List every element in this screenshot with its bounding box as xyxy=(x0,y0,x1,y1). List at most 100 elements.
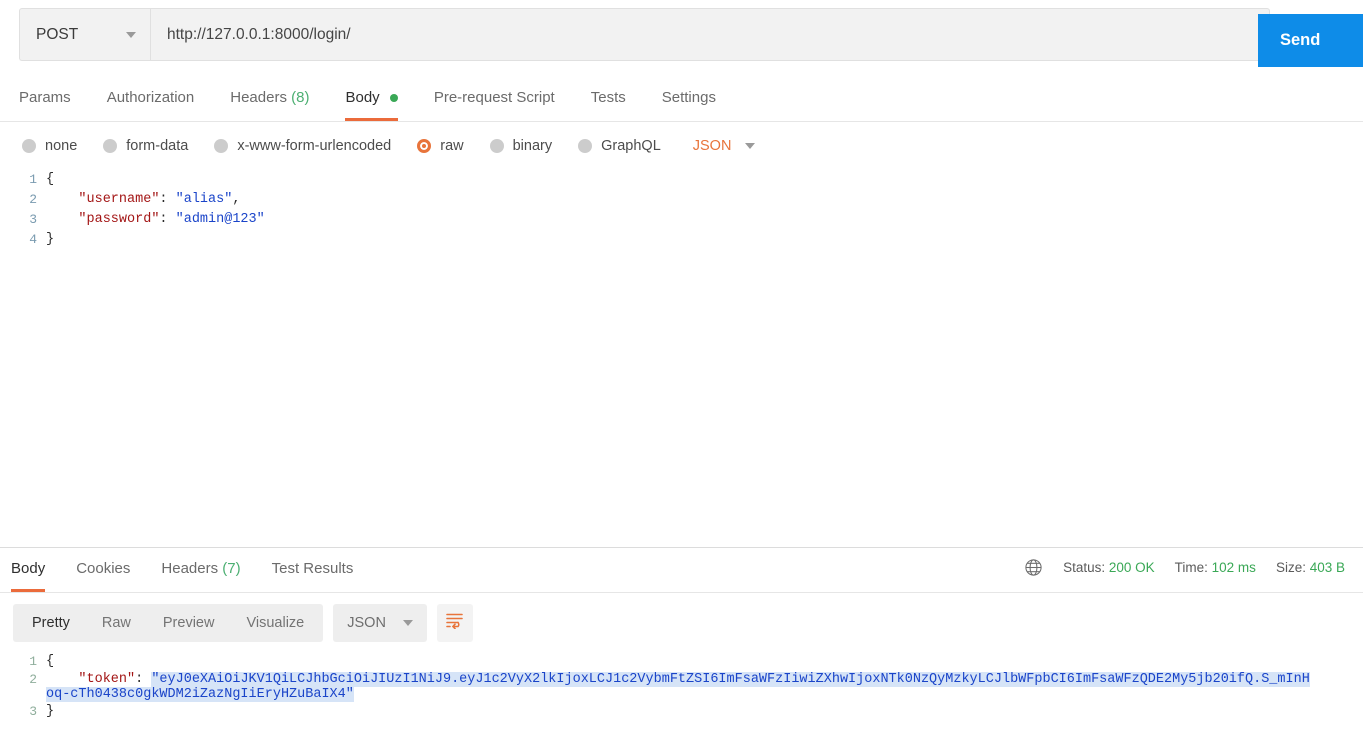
body-type-none[interactable]: none xyxy=(22,138,77,154)
request-body-editor[interactable]: 1 { 2 "username": "alias", 3 "password":… xyxy=(0,170,1363,548)
radio-icon xyxy=(489,139,504,153)
body-type-raw[interactable]: raw xyxy=(417,138,464,154)
response-body-viewer[interactable]: 1 { 2 "token": "eyJ0eXAiOiJKV1QiLCJhbGci… xyxy=(0,652,1363,745)
body-type-binary[interactable]: binary xyxy=(489,138,553,154)
body-type-binary-label: binary xyxy=(512,138,553,154)
code-content: "username": "alias", xyxy=(46,190,240,210)
tab-headers-label: Headers xyxy=(230,89,287,106)
word-wrap-icon xyxy=(445,612,464,634)
view-mode-pretty[interactable]: Pretty xyxy=(16,608,86,638)
chevron-down-icon xyxy=(126,31,136,38)
tab-settings-label: Settings xyxy=(661,89,716,106)
body-type-none-label: none xyxy=(45,138,78,154)
body-type-raw-label: raw xyxy=(440,138,464,154)
radio-selected-icon xyxy=(417,139,432,153)
code-content: } xyxy=(46,232,55,247)
tab-body-label: Body xyxy=(345,89,380,106)
tab-params-label: Params xyxy=(19,89,71,106)
body-type-urlencoded[interactable]: x-www-form-urlencoded xyxy=(214,138,391,154)
chevron-down-icon xyxy=(402,620,413,626)
send-button[interactable]: Send xyxy=(1258,14,1363,67)
raw-format-label: JSON xyxy=(692,138,732,154)
status-group: Status: 200 OK xyxy=(1063,560,1155,575)
json-key: "password" xyxy=(78,212,160,227)
body-modified-dot-icon xyxy=(389,94,398,103)
json-key: "username" xyxy=(78,192,160,207)
request-tabs: Params Authorization Headers (8) Body Pr… xyxy=(0,78,1363,122)
code-content: { xyxy=(46,654,55,669)
code-line: 1 { xyxy=(0,652,1363,672)
view-mode-raw[interactable]: Raw xyxy=(86,608,147,638)
tab-headers[interactable]: Headers (8) xyxy=(230,78,309,121)
request-url-bar: POST Send xyxy=(0,0,1363,70)
tab-authorization[interactable]: Authorization xyxy=(107,78,195,121)
json-token-value: "eyJ0eXAiOiJKV1QiLCJhbGciOiJIUzI1NiJ9.ey… xyxy=(46,672,1310,702)
json-colon: : xyxy=(159,212,176,227)
tab-headers-count: (8) xyxy=(291,89,310,106)
line-number: 4 xyxy=(29,232,37,247)
line-number: 2 xyxy=(29,192,37,207)
json-value: "admin@123" xyxy=(175,212,265,227)
code-content: { xyxy=(46,172,55,187)
globe-icon[interactable] xyxy=(1024,558,1043,577)
response-tab-test-results[interactable]: Test Results xyxy=(272,549,354,592)
view-mode-preview[interactable]: Preview xyxy=(147,608,231,638)
response-tab-body[interactable]: Body xyxy=(11,549,46,592)
http-method-label: POST xyxy=(36,25,79,43)
view-mode-visualize[interactable]: Visualize xyxy=(230,608,320,638)
line-number: 3 xyxy=(29,704,37,719)
body-type-urlencoded-label: x-www-form-urlencoded xyxy=(237,138,392,154)
body-type-form-data[interactable]: form-data xyxy=(103,138,188,154)
size-group: Size: 403 B xyxy=(1276,560,1345,575)
tab-pre-request-script-label: Pre-request Script xyxy=(433,89,555,106)
tab-pre-request-script[interactable]: Pre-request Script xyxy=(434,78,555,121)
chevron-down-icon xyxy=(745,143,756,149)
response-meta: Status: 200 OK Time: 102 ms Size: 403 B xyxy=(1024,558,1345,577)
tab-params[interactable]: Params xyxy=(19,78,71,121)
tab-settings[interactable]: Settings xyxy=(662,78,716,121)
code-line: 2 "token": "eyJ0eXAiOiJKV1QiLCJhbGciOiJI… xyxy=(0,672,1363,702)
line-number: 1 xyxy=(29,172,37,187)
tab-tests[interactable]: Tests xyxy=(591,78,626,121)
response-tab-headers-label: Headers xyxy=(161,560,219,577)
response-format-select[interactable]: JSON xyxy=(333,604,427,642)
tab-body[interactable]: Body xyxy=(345,78,399,121)
request-url-input[interactable] xyxy=(150,8,1270,61)
json-comma: , xyxy=(232,192,241,207)
body-type-options: none form-data x-www-form-urlencoded raw… xyxy=(0,126,1363,166)
http-method-select[interactable]: POST xyxy=(19,8,150,61)
response-view-toolbar: Pretty Raw Preview Visualize JSON xyxy=(13,604,473,642)
line-number: 2 xyxy=(29,672,37,687)
response-tab-test-results-label: Test Results xyxy=(271,560,354,577)
time-label: Time: xyxy=(1174,560,1208,575)
line-number: 3 xyxy=(29,212,37,227)
size-label: Size: xyxy=(1275,560,1306,575)
radio-icon xyxy=(578,139,593,153)
code-line: 3 } xyxy=(0,702,1363,722)
status-value: 200 OK xyxy=(1108,560,1155,575)
code-line: 3 "password": "admin@123" xyxy=(0,210,1363,230)
response-tab-headers[interactable]: Headers (7) xyxy=(161,549,240,592)
time-group: Time: 102 ms xyxy=(1175,560,1256,575)
line-number: 1 xyxy=(29,654,37,669)
radio-icon xyxy=(214,139,229,153)
radio-icon xyxy=(22,139,36,153)
json-value: "alias" xyxy=(175,192,233,207)
json-colon: : xyxy=(135,672,152,687)
radio-icon xyxy=(103,139,118,153)
size-value: 403 B xyxy=(1309,560,1345,575)
word-wrap-toggle[interactable] xyxy=(436,604,473,642)
status-label: Status: xyxy=(1063,560,1106,575)
response-tab-cookies[interactable]: Cookies xyxy=(76,549,130,592)
code-content: "password": "admin@123" xyxy=(46,210,265,230)
raw-format-select[interactable]: JSON xyxy=(693,138,756,154)
code-line: 2 "username": "alias", xyxy=(0,190,1363,210)
body-type-form-data-label: form-data xyxy=(126,138,189,154)
time-value: 102 ms xyxy=(1211,560,1256,575)
json-colon: : xyxy=(159,192,176,207)
response-format-label: JSON xyxy=(347,615,386,631)
body-type-graphql[interactable]: GraphQL xyxy=(578,138,661,154)
